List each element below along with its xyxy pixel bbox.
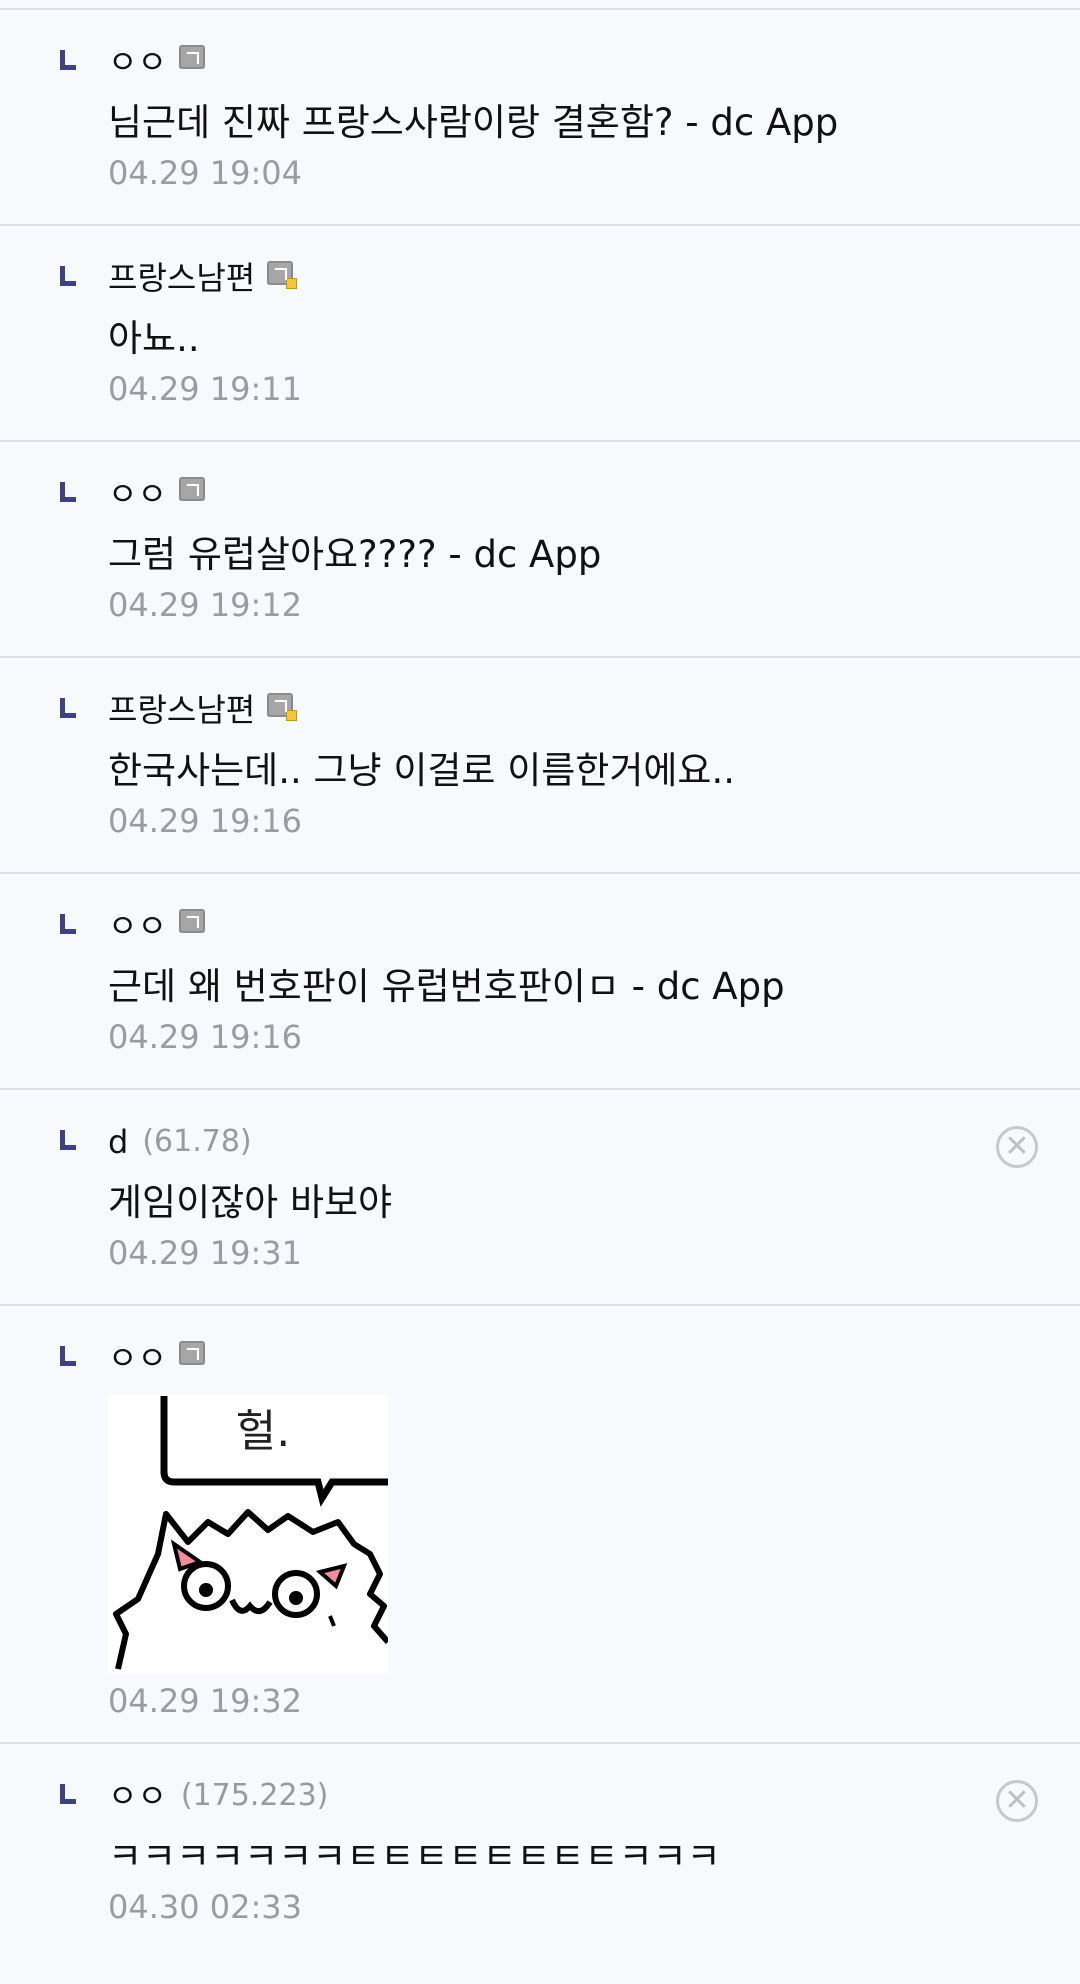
comment-date: 04.29 19:11 — [108, 370, 302, 408]
gallog-badge-icon[interactable] — [178, 1341, 205, 1365]
reply-arrow-icon — [60, 1784, 76, 1804]
gallog-badge-icon[interactable] — [178, 477, 205, 501]
comment-date: 04.29 19:16 — [108, 802, 302, 840]
comment-ip: (175.223) — [180, 1778, 329, 1813]
comment-date: 04.29 19:32 — [108, 1682, 302, 1720]
comment-nick[interactable]: 프랑스남편 — [108, 686, 255, 734]
gallog-badge-icon[interactable] — [178, 909, 205, 933]
comment-nick[interactable]: ㅇㅇ — [108, 1334, 167, 1382]
comment-date: 04.29 19:16 — [108, 1018, 302, 1056]
comment-item: ㅇㅇ 님근데 진짜 프랑스사람이랑 결혼함? - dc App 04.29 19… — [0, 10, 1080, 226]
fixed-nick-badge-icon[interactable] — [267, 693, 298, 721]
comment-text: 님근데 진짜 프랑스사람이랑 결혼함? - dc App — [108, 101, 839, 144]
delete-comment-button[interactable]: ✕ — [996, 1780, 1038, 1822]
reply-arrow-icon — [60, 914, 76, 934]
comment-item: d (61.78) 게임이잖아 바보야 04.29 19:31 ✕ — [0, 1090, 1080, 1306]
comment-text: 게임이잖아 바보야 — [108, 1181, 393, 1224]
comment-nick[interactable]: d — [108, 1118, 128, 1166]
delete-circle-x-icon: ✕ — [1004, 1783, 1030, 1818]
comment-nick[interactable]: 프랑스남편 — [108, 254, 255, 302]
gallog-badge-icon[interactable] — [178, 45, 205, 69]
delete-comment-button[interactable]: ✕ — [996, 1126, 1038, 1168]
comment-nick[interactable]: ㅇㅇ — [108, 1772, 167, 1820]
comment-nick[interactable]: ㅇㅇ — [108, 902, 167, 950]
comment-item: ㅇㅇ 헐. 04.29 19:32 — [0, 1306, 1080, 1744]
sticker-caption: 헐. — [236, 1406, 290, 1457]
reply-arrow-icon — [60, 698, 76, 718]
comment-item: 프랑스남편 아뇨.. 04.29 19:11 — [0, 226, 1080, 442]
reply-arrow-icon — [60, 1346, 76, 1366]
comment-item: 프랑스남편 한국사는데.. 그냥 이걸로 이름한거에요.. 04.29 19:1… — [0, 658, 1080, 874]
comment-text: 그럼 유럽살아요???? - dc App — [108, 533, 602, 576]
comment-date: 04.29 19:04 — [108, 154, 302, 192]
delete-circle-x-icon: ✕ — [1004, 1129, 1030, 1164]
comment-text: 근데 왜 번호판이 유럽번호판이ㅁ - dc App — [108, 965, 785, 1008]
comment-nick[interactable]: ㅇㅇ — [108, 38, 167, 86]
comment-text: ㅋㅋㅋㅋㅋㅋㅋㅌㅌㅌㅌㅌㅌㅌㅌㅋㅋㅋ — [108, 1835, 721, 1878]
comment-text: 한국사는데.. 그냥 이걸로 이름한거에요.. — [108, 749, 735, 792]
comment-text: 아뇨.. — [108, 317, 200, 360]
comment-nick[interactable]: ㅇㅇ — [108, 470, 167, 518]
reply-arrow-icon — [60, 482, 76, 502]
reply-arrow-icon — [60, 266, 76, 286]
fixed-nick-badge-icon[interactable] — [267, 261, 298, 289]
reply-arrow-icon — [60, 1130, 76, 1150]
reply-arrow-icon — [60, 50, 76, 70]
comment-item: ㅇㅇ 근데 왜 번호판이 유럽번호판이ㅁ - dc App 04.29 19:1… — [0, 874, 1080, 1090]
comment-item: ㅇㅇ 그럼 유럽살아요???? - dc App 04.29 19:12 — [0, 442, 1080, 658]
comment-item: ㅇㅇ (175.223) ㅋㅋㅋㅋㅋㅋㅋㅌㅌㅌㅌㅌㅌㅌㅌㅋㅋㅋ 04.30 02… — [0, 1744, 1080, 1984]
comment-date: 04.29 19:12 — [108, 586, 302, 624]
comment-date: 04.29 19:31 — [108, 1234, 302, 1272]
top-divider — [0, 0, 1080, 10]
comment-date: 04.30 02:33 — [108, 1888, 302, 1926]
dccon-sticker-image[interactable]: 헐. — [108, 1394, 388, 1674]
comment-thread: ㅇㅇ 님근데 진짜 프랑스사람이랑 결혼함? - dc App 04.29 19… — [0, 0, 1080, 1984]
comment-ip: (61.78) — [142, 1124, 252, 1159]
